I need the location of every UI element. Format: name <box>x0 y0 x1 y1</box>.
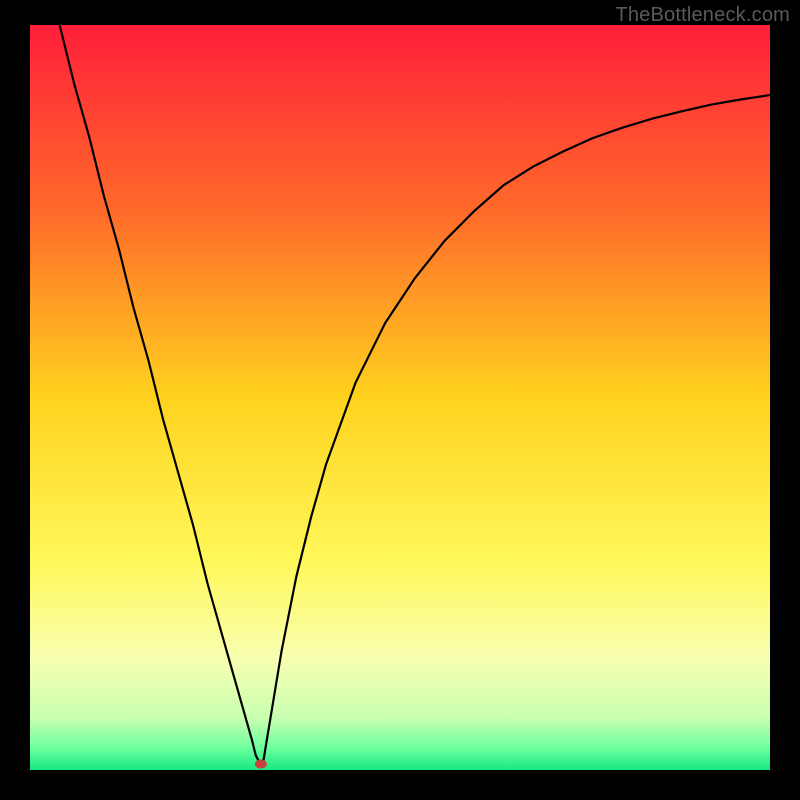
bottleneck-chart <box>30 25 770 770</box>
chart-frame: TheBottleneck.com <box>0 0 800 800</box>
optimum-marker <box>255 760 267 769</box>
plot-background <box>30 25 770 770</box>
watermark-label: TheBottleneck.com <box>615 4 790 27</box>
